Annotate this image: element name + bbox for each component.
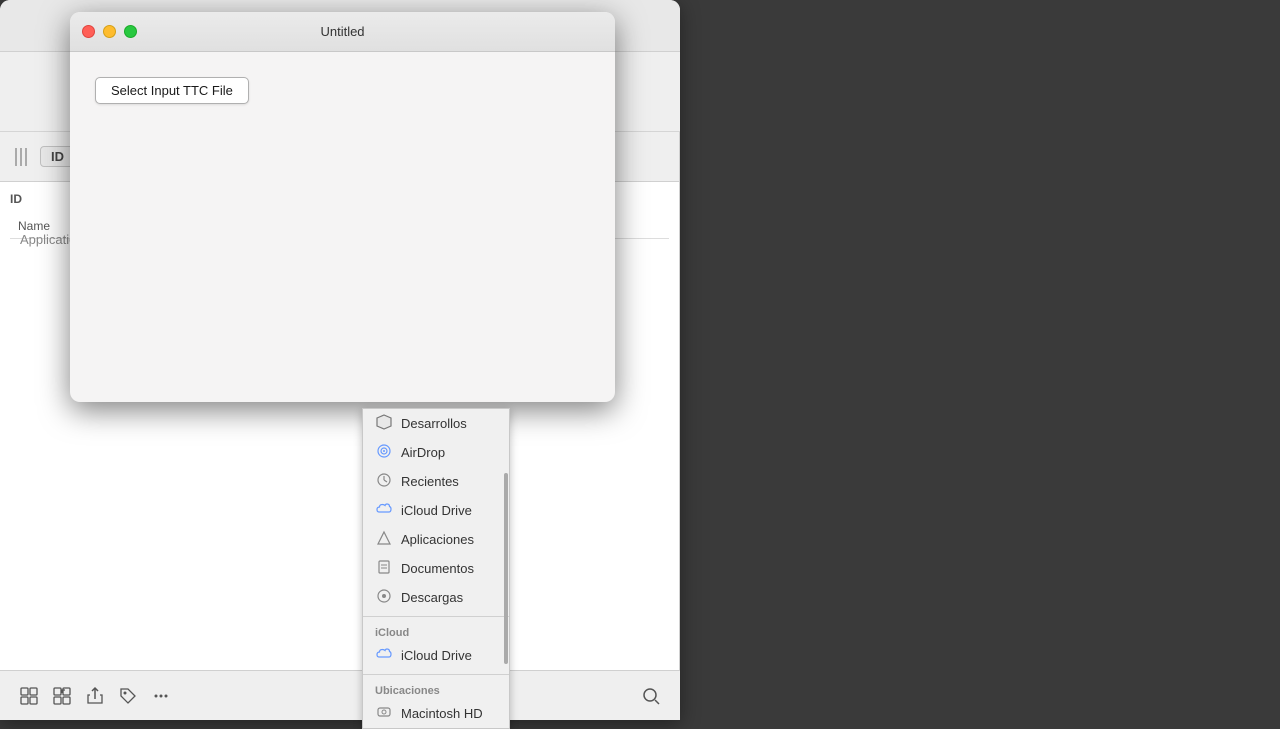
sidebar-item-aplicaciones[interactable]: Aplicaciones (363, 525, 509, 554)
main-window-title: Untitled (320, 24, 364, 39)
more-icon[interactable] (147, 682, 175, 710)
tag-icon[interactable] (114, 682, 142, 710)
aplicaciones-label: Aplicaciones (401, 532, 474, 547)
sidebar-item-recientes[interactable]: Recientes (363, 467, 509, 496)
name-key: Name (18, 219, 73, 233)
recientes-icon (375, 472, 393, 491)
desarrollos-icon (375, 414, 393, 433)
desarrollos-label: Desarrollos (401, 416, 467, 431)
macintosh-hd-label: Macintosh HD (401, 706, 483, 721)
sidebar-item-icloud-fav[interactable]: iCloud Drive (363, 496, 509, 525)
search-icon[interactable] (637, 682, 665, 710)
select-ttc-button[interactable]: Select Input TTC File (95, 77, 249, 104)
icloud-fav-icon (375, 501, 393, 520)
documentos-label: Documentos (401, 561, 474, 576)
sidebar-item-descargas[interactable]: Descargas (363, 583, 509, 612)
icloud-drive-icon (375, 646, 393, 665)
bottom-left-tools (15, 682, 175, 710)
panel-lines (10, 148, 32, 166)
sidebar-item-documentos[interactable]: Documentos (363, 554, 509, 583)
minimize-button[interactable] (103, 25, 116, 38)
recientes-label: Recientes (401, 474, 459, 489)
icloud-divider (363, 616, 509, 617)
scroll-thumb (504, 473, 508, 664)
icloud-drive-label: iCloud Drive (401, 648, 472, 663)
window-controls (82, 25, 137, 38)
grid-up-icon[interactable] (48, 682, 76, 710)
sidebar-item-macintosh-hd[interactable]: Macintosh HD (363, 699, 509, 728)
main-window-titlebar: Untitled (70, 12, 615, 52)
icloud-fav-label: iCloud Drive (401, 503, 472, 518)
sidebar-item-desarrollos[interactable]: Desarrollos (363, 409, 509, 438)
macintosh-hd-icon (375, 704, 393, 723)
main-window: Untitled Select Input TTC File (70, 12, 615, 402)
file-chooser-panel: Desarrollos AirDrop Recientes (362, 408, 510, 729)
bottom-search (637, 682, 665, 710)
ubicaciones-divider (363, 674, 509, 675)
scroll-track (501, 409, 509, 728)
ubicaciones-section-header: Ubicaciones (363, 679, 509, 699)
sidebar-item-airdrop[interactable]: AirDrop (363, 438, 509, 467)
grid-view-icon[interactable] (15, 682, 43, 710)
descargas-icon (375, 588, 393, 607)
airdrop-icon (375, 443, 393, 462)
close-button[interactable] (82, 25, 95, 38)
descargas-label: Descargas (401, 590, 463, 605)
share-icon[interactable] (81, 682, 109, 710)
bg-bottom-toolbar (0, 670, 680, 720)
documentos-icon (375, 559, 393, 578)
airdrop-label: AirDrop (401, 445, 445, 460)
aplicaciones-icon (375, 530, 393, 549)
sidebar-item-icloud-drive[interactable]: iCloud Drive (363, 641, 509, 670)
maximize-button[interactable] (124, 25, 137, 38)
icloud-section-header: iCloud (363, 621, 509, 641)
main-window-content: Select Input TTC File (70, 52, 615, 129)
